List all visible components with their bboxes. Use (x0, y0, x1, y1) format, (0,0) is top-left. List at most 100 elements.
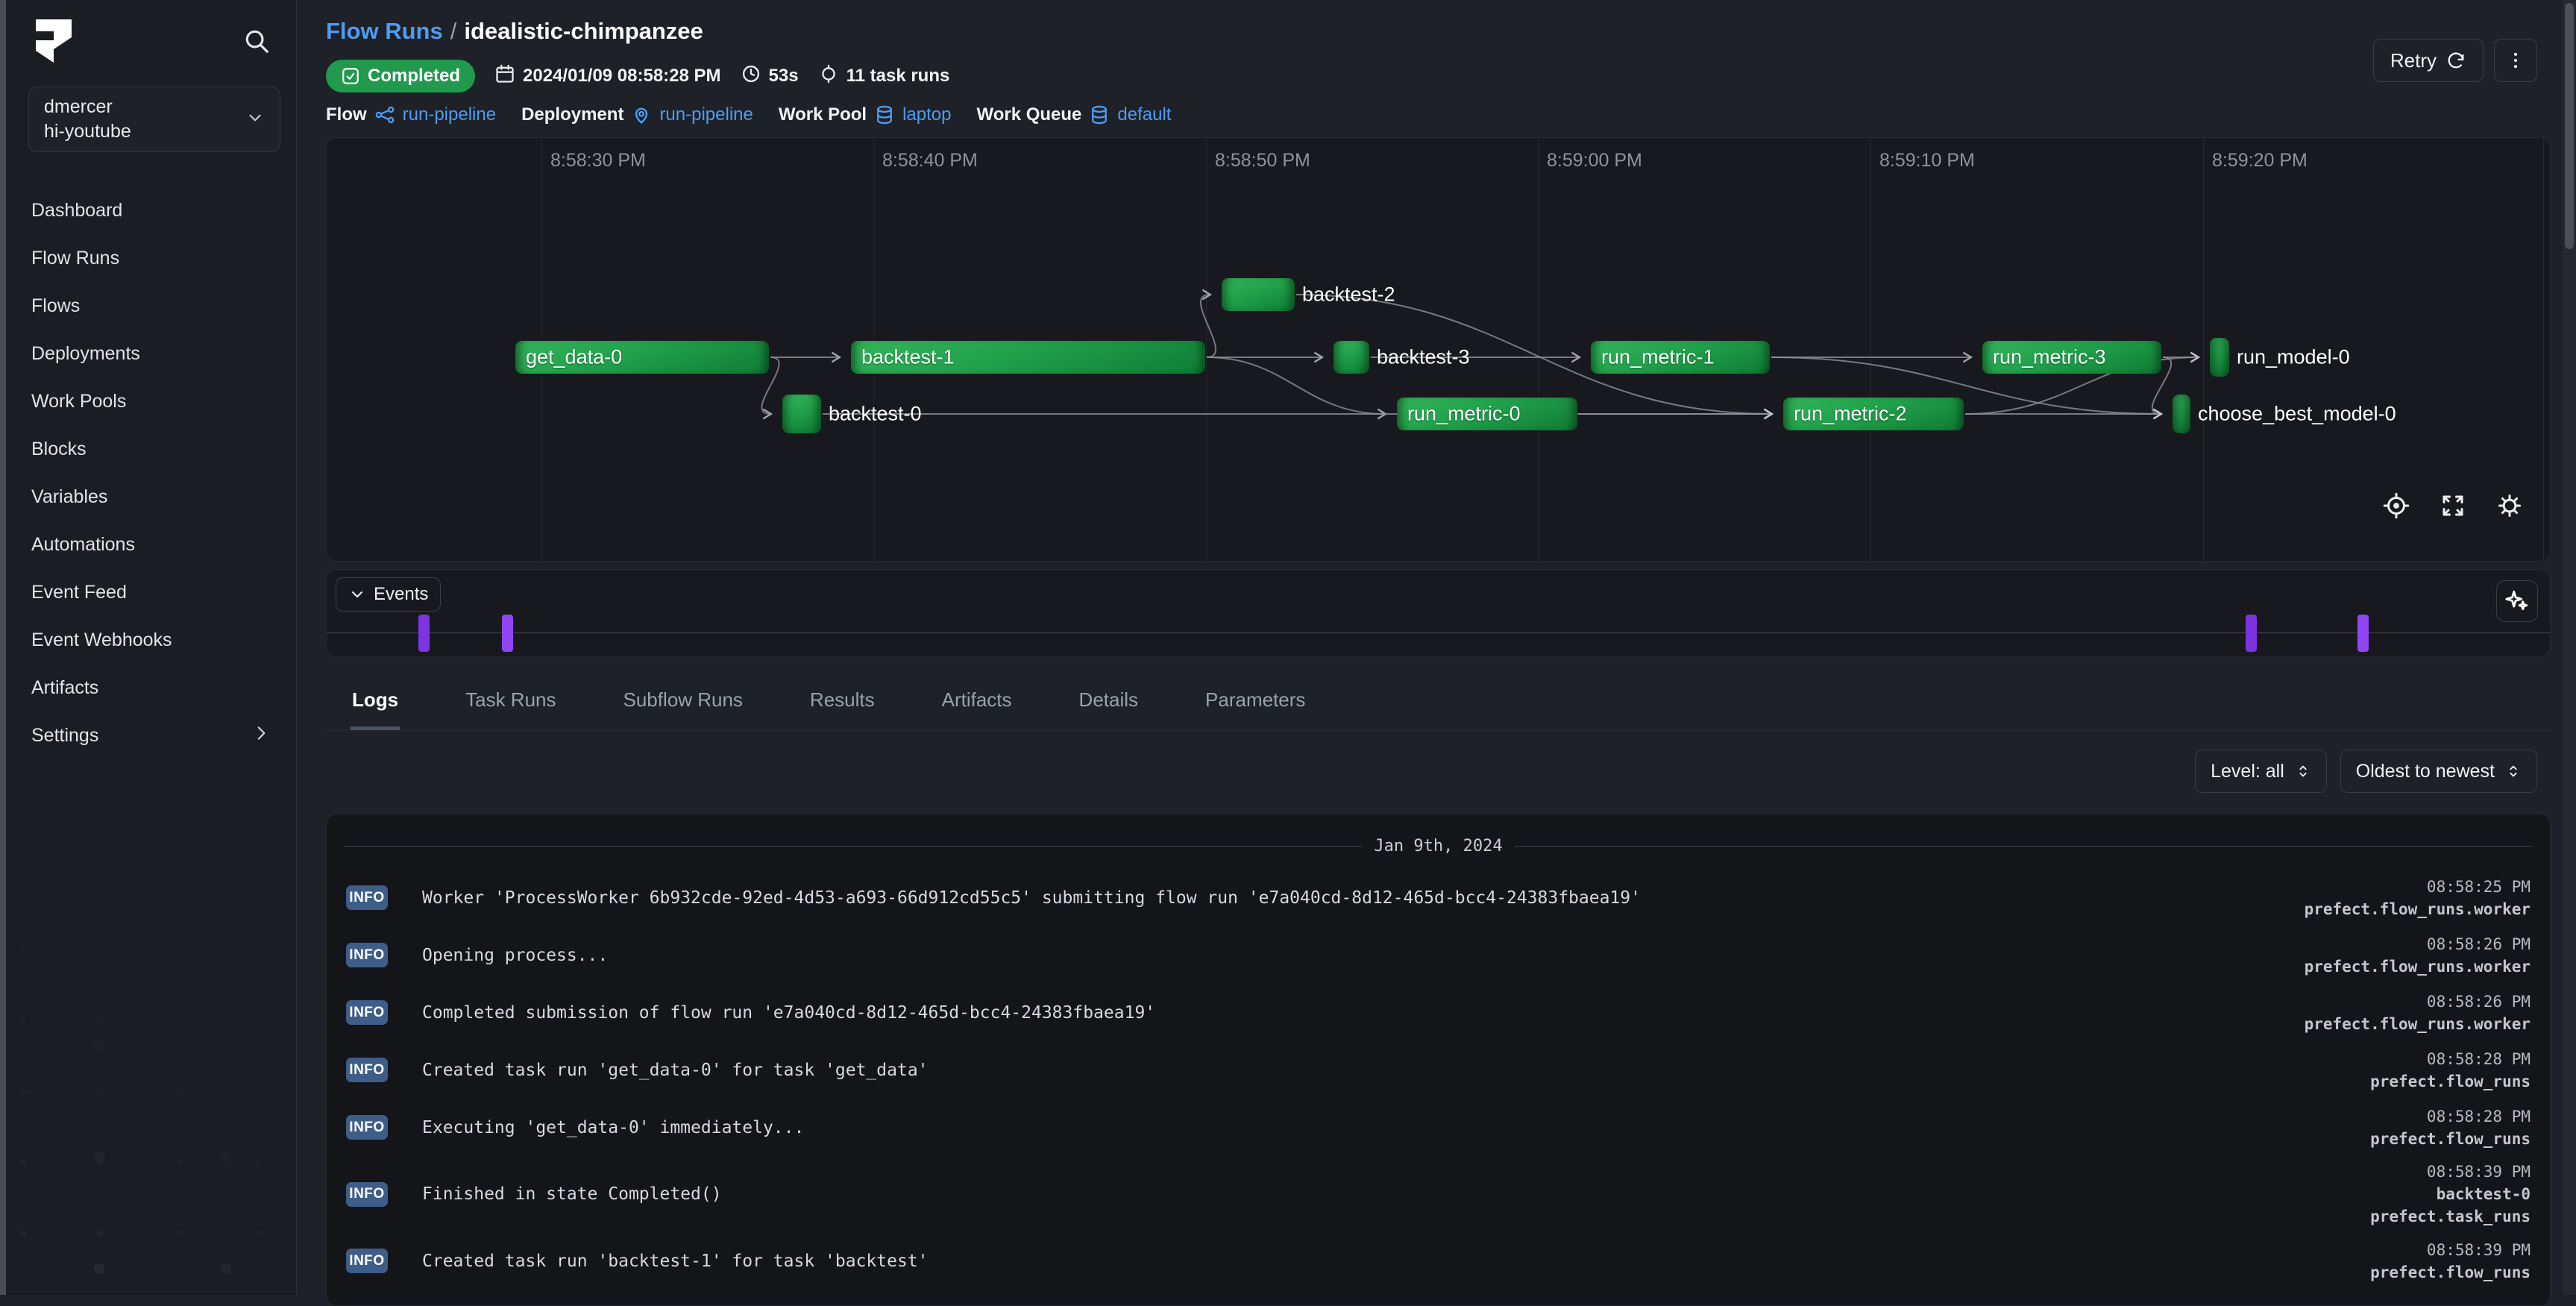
log-meta: 08:58:28 PMprefect.flow_runs (2370, 1105, 2531, 1150)
sidebar-item-label: Event Feed (31, 582, 127, 603)
page-scrollbar[interactable] (2563, 0, 2576, 1295)
tab-logs[interactable]: Logs (351, 678, 400, 730)
clock-icon (741, 63, 761, 90)
sidebar-item-artifacts[interactable]: Artifacts (6, 664, 296, 712)
sidebar-item-automations[interactable]: Automations (6, 521, 296, 568)
task-node-backtest-0[interactable]: backtest-0 (782, 395, 821, 433)
relation-label: Work Queue (976, 104, 1081, 125)
log-meta: 08:58:26 PMprefect.flow_runs.worker (2305, 991, 2531, 1035)
search-icon[interactable] (242, 27, 271, 55)
log-row[interactable]: INFOCreated task run 'get_data-0' for ta… (345, 1041, 2532, 1099)
event-marker[interactable] (2357, 615, 2369, 652)
sidebar-item-label: Event Webhooks (31, 630, 172, 651)
retry-button[interactable]: Retry (2373, 39, 2484, 82)
relation-link[interactable]: default (1117, 104, 1171, 125)
log-level-badge: INFO (346, 1249, 388, 1273)
event-marker[interactable] (502, 615, 513, 652)
log-level-dropdown[interactable]: Level: all (2195, 750, 2327, 793)
events-label: Events (374, 584, 428, 605)
task-node-run_model-0[interactable]: run_model-0 (2210, 338, 2229, 377)
log-level-value: Level: all (2211, 761, 2284, 782)
kebab-menu-button[interactable] (2494, 39, 2537, 82)
workspace-selector[interactable]: dmercer hi-youtube (28, 87, 280, 152)
log-rows: INFOWorker 'ProcessWorker 6b932cde-92ed-… (345, 869, 2532, 1290)
page-header: Flow Runs/idealistic-chimpanzee Retry (297, 0, 2563, 45)
sidebar-item-event-feed[interactable]: Event Feed (6, 568, 296, 616)
relation-label: Work Pool (779, 104, 867, 125)
log-row[interactable]: INFOCreated task run 'backtest-1' for ta… (345, 1232, 2532, 1290)
events-toggle-button[interactable]: Events (336, 577, 441, 612)
prefect-logo-icon[interactable] (33, 18, 75, 64)
task-node-run_metric-3[interactable]: run_metric-3 (1982, 341, 2161, 374)
work-queue-icon (1089, 104, 1110, 125)
relation-link[interactable]: run-pipeline (403, 104, 496, 125)
log-meta: 08:58:39 PMprefect.flow_runs (2370, 1239, 2531, 1284)
tab-subflow-runs[interactable]: Subflow Runs (622, 678, 744, 730)
main-content: Flow Runs/idealistic-chimpanzee Retry Co… (297, 0, 2563, 1306)
log-meta: 08:58:39 PMbacktest-0prefect.task_runs (2370, 1161, 2531, 1228)
sidebar-item-label: Flow Runs (31, 248, 119, 269)
run-stat-value: 53s (769, 66, 799, 87)
run-stat-value: 11 task runs (846, 66, 950, 87)
log-message: Completed submission of flow run 'e7a040… (422, 1003, 2305, 1023)
log-source: prefect.task_runs (2370, 1205, 2531, 1228)
sidebar-item-settings[interactable]: Settings (6, 712, 296, 759)
task-node-backtest-1[interactable]: backtest-1 (851, 341, 1205, 374)
breadcrumb-section[interactable]: Flow Runs (326, 18, 443, 44)
sparkles-button[interactable] (2496, 580, 2538, 622)
task-node-get_data-0[interactable]: get_data-0 (515, 341, 769, 374)
log-row[interactable]: INFOWorker 'ProcessWorker 6b932cde-92ed-… (345, 869, 2532, 926)
scrollbar-thumb[interactable] (2565, 3, 2574, 249)
task-node-run_metric-1[interactable]: run_metric-1 (1591, 341, 1770, 374)
breadcrumb: Flow Runs/idealistic-chimpanzee (326, 18, 2563, 45)
work-pool-icon (874, 104, 895, 125)
log-row[interactable]: INFOOpening process...08:58:26 PMprefect… (345, 926, 2532, 984)
relation-link[interactable]: laptop (902, 104, 951, 125)
event-marker[interactable] (2246, 615, 2257, 652)
sidebar-item-work-pools[interactable]: Work Pools (6, 377, 296, 425)
task-node-backtest-3[interactable]: backtest-3 (1333, 341, 1369, 374)
sidebar-item-variables[interactable]: Variables (6, 473, 296, 521)
log-source: prefect.flow_runs.worker (2305, 1013, 2531, 1035)
tab-details[interactable]: Details (1078, 678, 1140, 730)
divider-line (345, 846, 1362, 847)
tab-results[interactable]: Results (808, 678, 876, 730)
log-row[interactable]: INFOExecuting 'get_data-0' immediately..… (345, 1099, 2532, 1156)
task-run-timeline[interactable]: 8:58:30 PM8:58:40 PM8:58:50 PM8:59:00 PM… (326, 137, 2551, 562)
log-sort-dropdown[interactable]: Oldest to newest (2340, 750, 2537, 793)
tab-parameters[interactable]: Parameters (1204, 678, 1307, 730)
run-stats: 2024/01/09 08:58:28 PM53s11 task runs (494, 63, 949, 90)
relation-label: Flow (326, 104, 367, 125)
run-relation-flow: Flow run-pipeline (326, 104, 496, 125)
sidebar: dmercer hi-youtube Dashboard Flow Runs Flo… (6, 0, 297, 1295)
sidebar-item-dashboard[interactable]: Dashboard (6, 186, 296, 234)
sidebar-item-label: Flows (31, 295, 80, 317)
sidebar-item-event-webhooks[interactable]: Event Webhooks (6, 616, 296, 664)
log-message: Opening process... (422, 946, 2305, 965)
task-node-run_metric-2[interactable]: run_metric-2 (1783, 398, 1964, 430)
task-node-label: run_metric-3 (1993, 346, 2106, 369)
tab-artifacts[interactable]: Artifacts (940, 678, 1014, 730)
sidebar-item-flows[interactable]: Flows (6, 282, 296, 330)
log-meta: 08:58:25 PMprefect.flow_runs.worker (2305, 876, 2531, 920)
tab-task-runs[interactable]: Task Runs (464, 678, 557, 730)
sidebar-item-label: Deployments (31, 343, 140, 365)
event-marker[interactable] (418, 615, 430, 652)
task-node-label: run_metric-1 (1601, 346, 1715, 369)
workspace-org: dmercer (44, 95, 245, 119)
task-node-run_metric-0[interactable]: run_metric-0 (1397, 398, 1577, 430)
run-relation-deployment: Deploymentrun-pipeline (521, 104, 753, 125)
task-node-label: choose_best_model-0 (2198, 403, 2396, 426)
log-row[interactable]: INFOCompleted submission of flow run 'e7… (345, 984, 2532, 1041)
relation-link[interactable]: run-pipeline (659, 104, 753, 125)
sidebar-item-flow-runs[interactable]: Flow Runs (6, 234, 296, 282)
breadcrumb-separator: / (443, 18, 465, 44)
task-node-label: backtest-2 (1302, 283, 1395, 307)
task-node-backtest-2[interactable]: backtest-2 (1222, 278, 1295, 311)
task-node-choose_best_model-0[interactable]: choose_best_model-0 (2173, 395, 2190, 433)
sidebar-item-blocks[interactable]: Blocks (6, 425, 296, 473)
log-row[interactable]: INFOFinished in state Completed()08:58:3… (345, 1156, 2532, 1232)
task-node-label: backtest-1 (861, 346, 955, 369)
sidebar-item-deployments[interactable]: Deployments (6, 330, 296, 377)
run-stat: 11 task runs (818, 63, 950, 90)
